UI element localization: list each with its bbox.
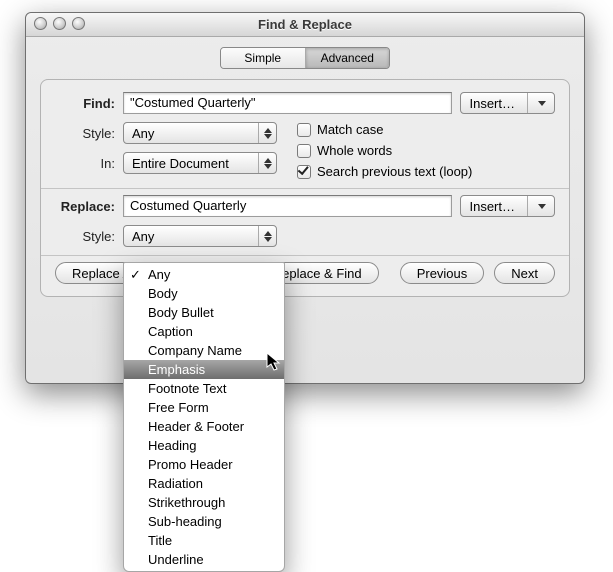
find-insert-button[interactable]: Insert…	[460, 92, 555, 114]
style-menu-item-label: Body	[148, 286, 178, 301]
match-case-label: Match case	[317, 122, 383, 137]
replace-insert-button[interactable]: Insert…	[460, 195, 555, 217]
loop-label: Search previous text (loop)	[317, 164, 472, 179]
style-menu: ✓ Any Body Body Bullet Caption Company Name Em…	[123, 262, 285, 572]
style-menu-item-label: Title	[148, 533, 172, 548]
style-menu-item-label: Heading	[148, 438, 196, 453]
minimize-button[interactable]	[53, 17, 66, 30]
replace-style-value: Any	[132, 229, 154, 244]
style-menu-item[interactable]: Title	[124, 531, 284, 550]
style-menu-item[interactable]: Strikethrough	[124, 493, 284, 512]
find-style-label: Style:	[55, 126, 123, 141]
style-menu-item[interactable]: Body	[124, 284, 284, 303]
style-menu-item-label: Caption	[148, 324, 193, 339]
chevron-down-icon	[538, 101, 546, 106]
whole-words-option[interactable]: Whole words	[297, 143, 472, 158]
style-menu-item[interactable]: Body Bullet	[124, 303, 284, 322]
find-scope-popup[interactable]: Entire Document	[123, 152, 277, 174]
style-menu-item-label: Emphasis	[148, 362, 205, 377]
style-menu-item[interactable]: Header & Footer	[124, 417, 284, 436]
style-menu-item-label: Underline	[148, 552, 204, 567]
style-menu-item[interactable]: ✓ Any	[124, 265, 284, 284]
find-label: Find:	[55, 96, 123, 111]
style-menu-item-label: Free Form	[148, 400, 209, 415]
titlebar: Find & Replace	[26, 13, 584, 37]
style-menu-item[interactable]: Heading	[124, 436, 284, 455]
find-field[interactable]: "Costumed Quarterly"	[123, 92, 452, 114]
style-menu-item[interactable]: Emphasis	[124, 360, 284, 379]
find-style-value: Any	[132, 126, 154, 141]
replace-insert-label: Insert…	[469, 199, 515, 214]
loop-option[interactable]: Search previous text (loop)	[297, 164, 472, 179]
find-style-popup[interactable]: Any	[123, 122, 277, 144]
next-button[interactable]: Next	[494, 262, 555, 284]
style-menu-item-label: Strikethrough	[148, 495, 225, 510]
whole-words-checkbox[interactable]	[297, 144, 311, 158]
style-menu-item-label: Header & Footer	[148, 419, 244, 434]
zoom-button[interactable]	[72, 17, 85, 30]
style-menu-item-label: Radiation	[148, 476, 203, 491]
style-menu-item-label: Any	[148, 267, 170, 282]
style-menu-item[interactable]: Company Name	[124, 341, 284, 360]
find-scope-label: In:	[55, 156, 123, 171]
style-menu-item[interactable]: Radiation	[124, 474, 284, 493]
find-replace-window: Find & Replace Simple Advanced Find: "Co…	[25, 12, 585, 384]
style-menu-item-label: Sub-heading	[148, 514, 222, 529]
find-insert-label: Insert…	[469, 96, 515, 111]
previous-button[interactable]: Previous	[400, 262, 485, 284]
style-menu-item[interactable]: Free Form	[124, 398, 284, 417]
style-menu-item[interactable]: Caption	[124, 322, 284, 341]
tab-advanced[interactable]: Advanced	[306, 48, 390, 68]
style-menu-item[interactable]: Sub-heading	[124, 512, 284, 531]
main-panel: Find: "Costumed Quarterly" Insert… Style…	[40, 79, 570, 297]
replace-field[interactable]: Costumed Quarterly	[123, 195, 452, 217]
style-menu-item-label: Footnote Text	[148, 381, 227, 396]
whole-words-label: Whole words	[317, 143, 392, 158]
checkmark-icon: ✓	[130, 265, 141, 284]
replace-style-label: Style:	[55, 229, 123, 244]
window-title: Find & Replace	[258, 17, 352, 32]
close-button[interactable]	[34, 17, 47, 30]
style-menu-item[interactable]: Footnote Text	[124, 379, 284, 398]
style-menu-item-label: Company Name	[148, 343, 242, 358]
find-scope-value: Entire Document	[132, 156, 229, 171]
match-case-option[interactable]: Match case	[297, 122, 472, 137]
loop-checkbox[interactable]	[297, 165, 311, 179]
style-menu-item-label: Promo Header	[148, 457, 233, 472]
tab-simple[interactable]: Simple	[221, 48, 306, 68]
replace-style-popup[interactable]: Any	[123, 225, 277, 247]
mode-tabs: Simple Advanced	[220, 47, 390, 69]
style-menu-item[interactable]: Promo Header	[124, 455, 284, 474]
replace-label: Replace:	[55, 199, 123, 214]
style-menu-item-label: Body Bullet	[148, 305, 214, 320]
window-controls	[34, 17, 85, 30]
style-menu-item[interactable]: Underline	[124, 550, 284, 569]
match-case-checkbox[interactable]	[297, 123, 311, 137]
chevron-down-icon	[538, 204, 546, 209]
